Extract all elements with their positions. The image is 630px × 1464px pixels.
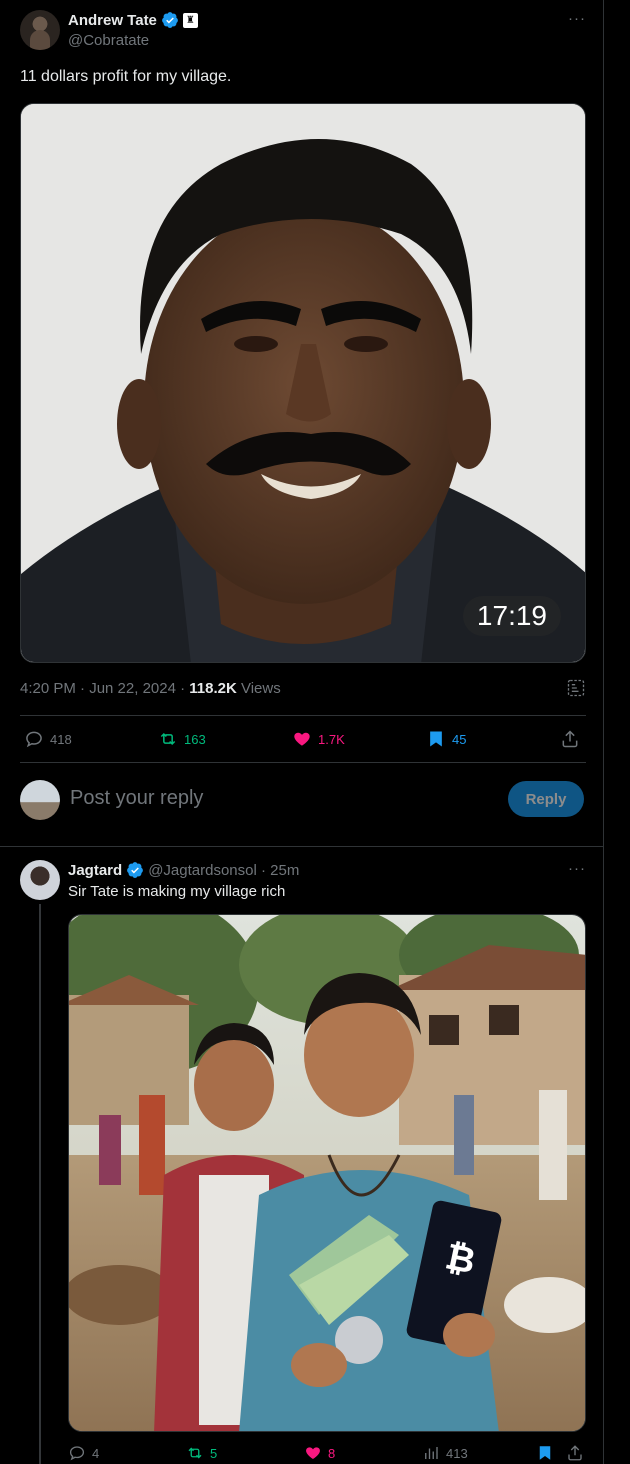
author-name-row: Andrew Tate ♜ <box>68 11 198 29</box>
reply-icon <box>26 731 42 748</box>
like-action[interactable]: 8 <box>304 1444 335 1462</box>
divider <box>20 715 586 716</box>
author-avatar[interactable] <box>20 10 60 50</box>
verified-badge-icon <box>127 862 144 878</box>
reply-action[interactable]: 418 <box>24 729 72 749</box>
reply-action[interactable]: 4 <box>68 1444 99 1462</box>
repost-action[interactable]: 163 <box>158 729 206 749</box>
bookmark-filled-icon <box>430 731 442 747</box>
views-bar-chart-icon <box>425 1447 438 1459</box>
tweet-media-image[interactable]: 17:19 <box>20 103 586 663</box>
repost-icon <box>160 732 176 746</box>
reply-author-avatar[interactable] <box>20 860 60 900</box>
reply-count: 418 <box>50 731 72 747</box>
like-action[interactable]: 1.7K <box>292 729 345 749</box>
divider <box>20 762 586 763</box>
timeline-column: Andrew Tate ♜ @Cobratate ··· 11 dollars … <box>0 0 604 1464</box>
reply-button[interactable]: Reply <box>508 781 584 817</box>
like-count: 1.7K <box>318 731 345 747</box>
repost-count: 163 <box>184 731 206 747</box>
tweet-timestamp[interactable]: 4:20 PM · Jun 22, 2024 · <box>20 680 189 697</box>
thread-line <box>39 904 41 1464</box>
repost-action[interactable]: 5 <box>186 1444 217 1462</box>
repost-count: 5 <box>210 1445 218 1461</box>
reply-count: 4 <box>92 1445 100 1461</box>
reply-text: Sir Tate is making my village rich <box>68 883 286 900</box>
share-icon <box>568 1445 582 1461</box>
reply-input[interactable]: Post your reply <box>70 787 203 810</box>
share-action[interactable] <box>560 729 580 749</box>
reply-icon <box>69 1446 85 1461</box>
author-name[interactable]: Andrew Tate <box>68 12 157 29</box>
bookmark-action[interactable]: 45 <box>426 729 466 749</box>
tweet-meta: 4:20 PM · Jun 22, 2024 · 118.2K Views <box>20 680 281 697</box>
tweet-text: 11 dollars profit for my village. <box>20 68 232 85</box>
reply-author-name[interactable]: Jagtard <box>68 862 122 879</box>
bookmark-action[interactable] <box>536 1444 554 1462</box>
man-portrait-image <box>21 104 585 662</box>
current-user-avatar[interactable] <box>20 780 60 820</box>
like-count: 8 <box>328 1445 336 1461</box>
reply-author-row: Jagtard @Jagtardsonsol · 25m <box>68 861 299 879</box>
affiliate-badge-icon: ♜ <box>182 12 198 28</box>
village-boys-image: ₿ <box>69 915 585 1431</box>
bookmark-filled-icon <box>539 1446 551 1460</box>
reply-media-image[interactable]: ₿ <box>68 914 586 1432</box>
views-action[interactable]: 413 <box>422 1444 468 1462</box>
verified-badge-icon <box>162 12 178 28</box>
views-count: 413 <box>446 1445 468 1461</box>
author-handle[interactable]: @Cobratate <box>68 32 149 49</box>
divider <box>0 846 604 847</box>
views-count: 118.2K <box>189 680 237 697</box>
analytics-icon[interactable] <box>566 678 586 698</box>
heart-filled-icon <box>306 1447 320 1459</box>
more-options-icon[interactable]: ··· <box>568 10 586 27</box>
heart-filled-icon <box>294 732 310 746</box>
more-options-icon[interactable]: ··· <box>568 860 586 877</box>
repost-icon <box>188 1447 202 1459</box>
views-label: Views <box>236 680 281 697</box>
bookmark-count: 45 <box>452 731 467 747</box>
reply-handle-time[interactable]: @Jagtardsonsol · 25m <box>148 862 299 879</box>
share-action[interactable] <box>566 1444 584 1462</box>
share-icon <box>562 730 578 748</box>
video-timestamp-badge: 17:19 <box>462 596 561 636</box>
